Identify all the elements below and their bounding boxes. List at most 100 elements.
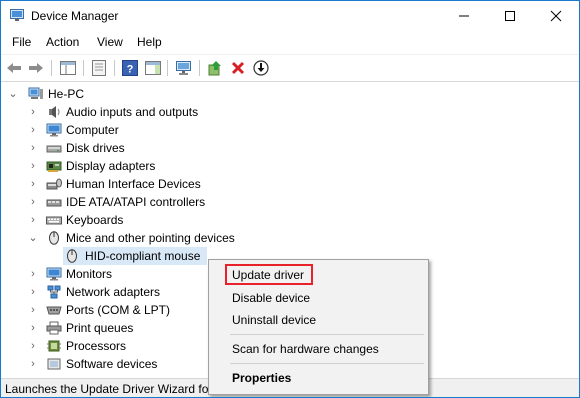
tree-category-label: Mice and other pointing devices (66, 231, 235, 245)
tree-category-label: Processors (66, 339, 127, 353)
scan-hardware-icon (176, 61, 191, 75)
update-driver-button[interactable] (206, 59, 224, 77)
toolbar-separator (199, 60, 200, 76)
tree-category-label: Human Interface Devices (66, 177, 201, 191)
expand-chevron-icon[interactable]: › (27, 213, 39, 227)
minimize-icon (459, 15, 469, 17)
menu-help[interactable]: Help (137, 35, 162, 49)
tree-category-label: Display adapters (66, 159, 156, 173)
tree-category-label: Print queues (66, 321, 134, 335)
title-bar: Device Manager (1, 1, 579, 31)
back-arrow-icon (7, 63, 21, 73)
port-icon (46, 306, 62, 315)
menu-bar: File Action View Help (1, 32, 579, 53)
context-menu: Update driver Disable device Uninstall d… (208, 259, 429, 395)
collapse-chevron-icon[interactable]: ⌄ (7, 87, 19, 101)
tree-category-row[interactable]: › Human Interface Devices (1, 175, 579, 193)
collapse-chevron-icon[interactable]: ⌄ (27, 231, 39, 245)
tree-category-row[interactable]: › IDE ATA/ATAPI controllers (1, 193, 579, 211)
action-pane-button[interactable] (144, 59, 162, 77)
expand-chevron-icon[interactable]: › (27, 267, 39, 281)
tree-category-label: Monitors (66, 267, 113, 281)
help-button[interactable]: ? (121, 59, 139, 77)
tree-category-row[interactable]: › Audio inputs and outputs (1, 103, 579, 121)
context-menu-update-driver[interactable]: Update driver (232, 268, 304, 282)
tree-category-label: Software devices (66, 357, 158, 371)
context-menu-scan-hardware[interactable]: Scan for hardware changes (232, 342, 379, 356)
properties-icon (92, 60, 106, 76)
forward-button[interactable] (27, 59, 45, 77)
ide-controller-icon (46, 199, 62, 207)
help-icon: ? (122, 60, 138, 76)
disable-device-icon (253, 60, 269, 76)
tree-category-label: Audio inputs and outputs (66, 105, 199, 119)
expand-chevron-icon[interactable]: › (27, 357, 39, 371)
speaker-icon (49, 106, 60, 118)
maximize-icon (505, 11, 515, 21)
tree-category-label: Disk drives (66, 141, 125, 155)
tree-category-label: Network adapters (66, 285, 161, 299)
update-driver-icon (208, 61, 221, 76)
minimize-button[interactable] (441, 1, 487, 31)
expand-chevron-icon[interactable]: › (27, 123, 39, 137)
mouse-icon (49, 231, 59, 245)
context-menu-separator (230, 334, 424, 335)
context-menu-properties[interactable]: Properties (232, 371, 291, 385)
device-manager-app-icon (10, 9, 24, 21)
forward-arrow-icon (29, 63, 43, 73)
toolbar-separator (114, 60, 115, 76)
close-button[interactable] (533, 1, 579, 31)
expand-chevron-icon[interactable]: › (27, 159, 39, 173)
show-hide-tree-icon (60, 61, 76, 75)
expand-chevron-icon[interactable]: › (27, 105, 39, 119)
tree-category-label: IDE ATA/ATAPI controllers (66, 195, 206, 209)
toolbar-separator (51, 60, 52, 76)
disable-device-button[interactable] (252, 59, 270, 77)
expand-chevron-icon[interactable]: › (27, 195, 39, 209)
menu-action[interactable]: Action (46, 35, 79, 49)
window-title: Device Manager (31, 9, 119, 23)
tree-category-row-expanded[interactable]: ⌄ Mice and other pointing devices (1, 229, 579, 247)
tree-root-row[interactable]: ⌄ He-PC (1, 85, 579, 103)
menu-view[interactable]: View (97, 35, 123, 49)
toolbar-separator (83, 60, 84, 76)
back-button[interactable] (5, 59, 23, 77)
maximize-button[interactable] (487, 1, 533, 31)
tree-category-label: Keyboards (66, 213, 124, 227)
context-menu-uninstall-device[interactable]: Uninstall device (232, 313, 316, 327)
tree-category-row[interactable]: › Keyboards (1, 211, 579, 229)
expand-chevron-icon[interactable]: › (27, 285, 39, 299)
hid-icon (46, 178, 62, 190)
monitor-icon (46, 123, 62, 137)
expand-chevron-icon[interactable]: › (27, 177, 39, 191)
tree-category-row[interactable]: › Computer (1, 121, 579, 139)
keyboard-icon (46, 216, 62, 225)
scan-hardware-button[interactable] (175, 59, 193, 77)
toolbar-separator (167, 60, 168, 76)
expand-chevron-icon[interactable]: › (27, 141, 39, 155)
properties-button[interactable] (90, 59, 108, 77)
tree-category-label: Ports (COM & LPT) (66, 303, 171, 317)
action-pane-icon (145, 61, 161, 75)
printer-icon (46, 321, 62, 335)
software-device-icon (47, 358, 61, 370)
context-menu-separator (230, 363, 424, 364)
device-manager-window: Device Manager File Action View Help ? ⌄… (0, 0, 580, 398)
toolbar: ? (1, 54, 579, 82)
context-menu-disable-device[interactable]: Disable device (232, 291, 310, 305)
expand-chevron-icon[interactable]: › (27, 303, 39, 317)
uninstall-icon (231, 61, 245, 75)
monitor-icon (46, 267, 62, 281)
mouse-icon (67, 249, 77, 263)
processor-icon (47, 340, 61, 352)
tree-category-row[interactable]: › Disk drives (1, 139, 579, 157)
show-hide-tree-button[interactable] (59, 59, 77, 77)
menu-file[interactable]: File (12, 35, 31, 49)
tree-root-label: He-PC (48, 87, 85, 101)
tree-category-row[interactable]: › Display adapters (1, 157, 579, 175)
expand-chevron-icon[interactable]: › (27, 321, 39, 335)
uninstall-button[interactable] (229, 59, 247, 77)
expand-chevron-icon[interactable]: › (27, 339, 39, 353)
svg-text:?: ? (127, 64, 134, 76)
disk-drive-icon (46, 145, 62, 153)
